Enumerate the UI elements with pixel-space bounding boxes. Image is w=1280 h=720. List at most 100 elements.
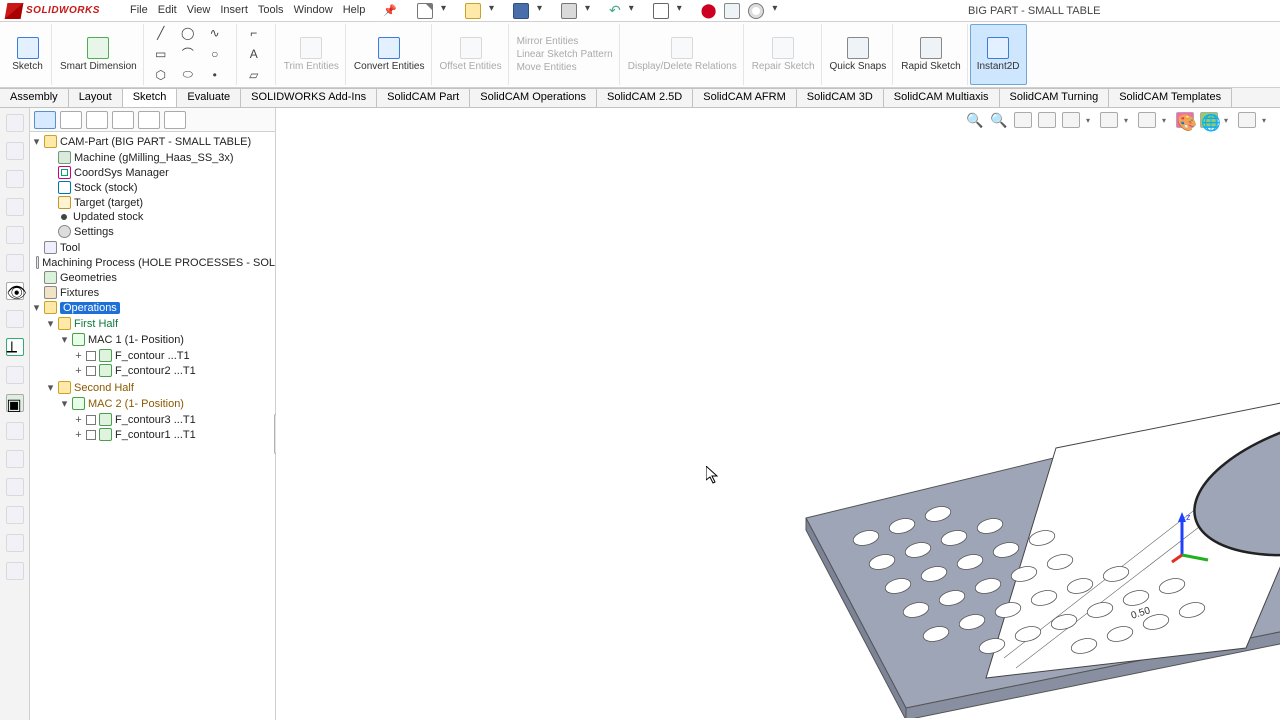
tab-sketch[interactable]: Sketch bbox=[123, 88, 178, 107]
cmdbar-triad-icon[interactable]: ⟂ bbox=[6, 338, 24, 356]
view-triad[interactable]: z bbox=[1170, 510, 1210, 565]
cmdbar-icon-4[interactable] bbox=[6, 198, 24, 216]
section-view-icon[interactable] bbox=[1038, 112, 1056, 128]
fm-tab-display-icon[interactable] bbox=[138, 111, 160, 129]
menu-tools[interactable]: Tools bbox=[258, 4, 284, 17]
view-settings-icon[interactable] bbox=[1238, 112, 1256, 128]
plane-tool-icon[interactable]: ▱ bbox=[245, 67, 263, 83]
spline-tool-icon[interactable]: ∿ bbox=[206, 25, 224, 41]
view-orient-drop-icon[interactable]: ▾ bbox=[1086, 116, 1094, 125]
open-doc-icon[interactable] bbox=[465, 3, 481, 19]
tab-scops[interactable]: SolidCAM Operations bbox=[470, 88, 597, 107]
select-icon[interactable] bbox=[653, 3, 669, 19]
menu-insert[interactable]: Insert bbox=[220, 4, 248, 17]
zoom-area-icon[interactable]: 🔍 bbox=[990, 112, 1008, 128]
rectangle-tool-icon[interactable]: ▭ bbox=[152, 46, 170, 62]
tree-op4[interactable]: +F_contour1 ...T1 bbox=[74, 427, 275, 442]
tree-fixtures[interactable]: Fixtures bbox=[32, 285, 275, 300]
undo-icon[interactable]: ↶ bbox=[609, 3, 621, 19]
fm-tab-tree-icon[interactable] bbox=[60, 111, 82, 129]
tab-scpart[interactable]: SolidCAM Part bbox=[377, 88, 470, 107]
apply-scene-drop-icon[interactable]: ▾ bbox=[1224, 116, 1232, 125]
print-dropdown-icon[interactable]: ▾ bbox=[585, 3, 601, 19]
menu-pin-icon[interactable]: 📌 bbox=[383, 4, 397, 17]
point-tool-icon[interactable]: • bbox=[206, 67, 224, 83]
cmdbar-icon-16[interactable] bbox=[6, 534, 24, 552]
tree-op1[interactable]: +F_contour ...T1 bbox=[74, 348, 275, 363]
tab-assembly[interactable]: Assembly bbox=[0, 88, 69, 107]
ribbon-instant2d-button[interactable]: Instant2D bbox=[970, 24, 1027, 85]
cmdbar-icon-12[interactable] bbox=[6, 422, 24, 440]
select-dropdown-icon[interactable]: ▾ bbox=[677, 3, 693, 19]
ellipse-tool-icon[interactable]: ○ bbox=[206, 46, 224, 62]
hide-show-icon[interactable] bbox=[1138, 112, 1156, 128]
tree-mac2[interactable]: ▾MAC 2 (1- Position) bbox=[60, 396, 275, 411]
options-list-icon[interactable] bbox=[724, 3, 740, 19]
op4-checkbox[interactable] bbox=[86, 430, 96, 440]
tree-mac1[interactable]: ▾MAC 1 (1- Position) bbox=[60, 332, 275, 347]
ribbon-rapidsketch-button[interactable]: Rapid Sketch bbox=[895, 24, 967, 85]
menu-edit[interactable]: Edit bbox=[158, 4, 177, 17]
cmdbar-icon-14[interactable] bbox=[6, 478, 24, 496]
menu-window[interactable]: Window bbox=[294, 4, 333, 17]
ribbon-smart-dimension-button[interactable]: Smart Dimension bbox=[54, 24, 144, 85]
undo-dropdown-icon[interactable]: ▾ bbox=[629, 3, 645, 19]
ribbon-sketch-button[interactable]: Sketch bbox=[4, 24, 52, 85]
print-icon[interactable] bbox=[561, 3, 577, 19]
prev-view-icon[interactable] bbox=[1014, 112, 1032, 128]
tree-secondhalf[interactable]: ▾Second Half bbox=[46, 380, 275, 395]
tree-target[interactable]: Target (target) bbox=[46, 195, 275, 210]
cmdbar-icon-2[interactable] bbox=[6, 142, 24, 160]
ribbon-quicksnaps-button[interactable]: Quick Snaps bbox=[824, 24, 894, 85]
cmdbar-icon-17[interactable] bbox=[6, 562, 24, 580]
tree-root[interactable]: ▾CAM-Part (BIG PART - SMALL TABLE) bbox=[32, 134, 275, 149]
slot-tool-icon[interactable]: ⬭ bbox=[179, 67, 197, 83]
cmdbar-icon-6[interactable] bbox=[6, 254, 24, 272]
tab-sc25d[interactable]: SolidCAM 2.5D bbox=[597, 88, 693, 107]
settings-gear-icon[interactable] bbox=[748, 3, 764, 19]
hide-show-drop-icon[interactable]: ▾ bbox=[1162, 116, 1170, 125]
new-doc-dropdown-icon[interactable]: ▾ bbox=[441, 3, 457, 19]
fm-tab-config-icon[interactable] bbox=[112, 111, 134, 129]
tree-settings[interactable]: Settings bbox=[46, 224, 275, 239]
tree-coordsys[interactable]: CoordSys Manager bbox=[46, 165, 275, 180]
zoom-fit-icon[interactable]: 🔍 bbox=[966, 112, 984, 128]
cmdbar-icon-15[interactable] bbox=[6, 506, 24, 524]
tab-swaddins[interactable]: SOLIDWORKS Add-Ins bbox=[241, 88, 377, 107]
tree-machine[interactable]: Machine (gMilling_Haas_SS_3x) bbox=[46, 150, 275, 165]
circle-tool-icon[interactable]: ◯ bbox=[179, 25, 197, 41]
tab-sc3d[interactable]: SolidCAM 3D bbox=[797, 88, 884, 107]
cmdbar-cube-icon[interactable]: ▣ bbox=[6, 394, 24, 412]
tree-op3[interactable]: +F_contour3 ...T1 bbox=[74, 412, 275, 427]
ribbon-convert-button[interactable]: Convert Entities bbox=[348, 24, 432, 85]
cmdbar-eye-icon[interactable]: 👁 bbox=[6, 282, 24, 300]
view-orient-icon[interactable] bbox=[1062, 112, 1080, 128]
polygon-tool-icon[interactable]: ⬡ bbox=[152, 67, 170, 83]
graphics-viewport[interactable]: 🔍 🔍 ▾ ▾ ▾ 🎨 🌐▾ ▾ bbox=[276, 108, 1280, 720]
tree-firsthalf[interactable]: ▾First Half bbox=[46, 316, 275, 331]
tab-evaluate[interactable]: Evaluate bbox=[177, 88, 241, 107]
view-settings-drop-icon[interactable]: ▾ bbox=[1262, 116, 1270, 125]
cmdbar-icon-1[interactable] bbox=[6, 114, 24, 132]
line-tool-icon[interactable]: ╱ bbox=[152, 25, 170, 41]
display-style-icon[interactable] bbox=[1100, 112, 1118, 128]
tab-scmulti[interactable]: SolidCAM Multiaxis bbox=[884, 88, 1000, 107]
menu-help[interactable]: Help bbox=[343, 4, 366, 17]
edit-appearance-icon[interactable]: 🎨 bbox=[1176, 112, 1194, 128]
tree-mproc[interactable]: Machining Process (HOLE PROCESSES - SOL bbox=[32, 255, 275, 270]
fm-tab-appear-icon[interactable] bbox=[164, 111, 186, 129]
tab-scturning[interactable]: SolidCAM Turning bbox=[1000, 88, 1110, 107]
menu-file[interactable]: File bbox=[130, 4, 148, 17]
new-doc-icon[interactable] bbox=[417, 3, 433, 19]
cmdbar-icon-10[interactable] bbox=[6, 366, 24, 384]
rebuild-icon[interactable]: ⬤ bbox=[701, 2, 717, 19]
tree-operations[interactable]: ▾Operations bbox=[32, 300, 275, 315]
cmdbar-icon-13[interactable] bbox=[6, 450, 24, 468]
cmdbar-icon-3[interactable] bbox=[6, 170, 24, 188]
tree-geom[interactable]: Geometries bbox=[32, 270, 275, 285]
op2-checkbox[interactable] bbox=[86, 366, 96, 376]
settings-dropdown-icon[interactable]: ▾ bbox=[772, 3, 788, 19]
menu-view[interactable]: View bbox=[187, 4, 211, 17]
tree-stock[interactable]: Stock (stock) bbox=[46, 180, 275, 195]
op3-checkbox[interactable] bbox=[86, 415, 96, 425]
